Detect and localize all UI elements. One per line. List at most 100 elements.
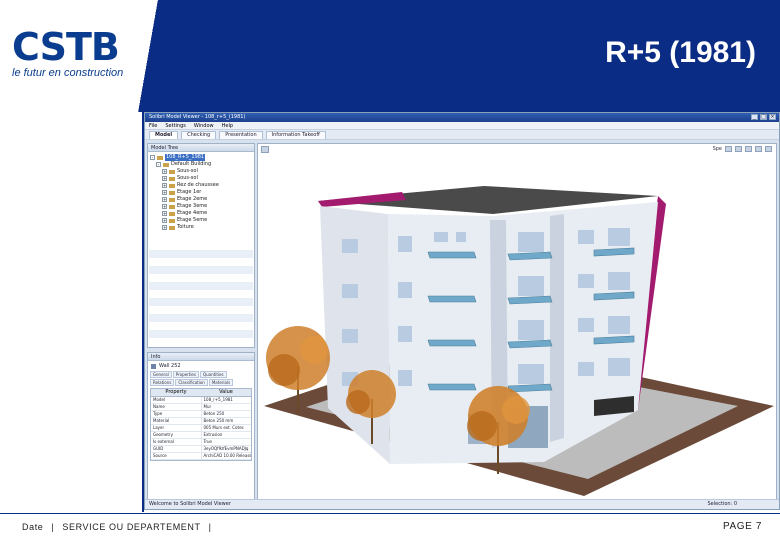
table-row[interactable]: Name Mur [151, 404, 251, 411]
tab-checking[interactable]: Checking [181, 131, 217, 139]
tab-model[interactable]: Model [149, 131, 179, 139]
building-icon [163, 162, 169, 167]
viewer-app-window: Solibri Model Viewer - 108_r+5_(1981) _ … [144, 112, 780, 510]
expand-icon[interactable]: + [162, 197, 167, 202]
floor-icon [169, 211, 175, 216]
menu-file[interactable]: File [149, 122, 157, 129]
zoom-icon[interactable] [725, 146, 732, 152]
3d-viewport[interactable]: Spe [257, 143, 777, 500]
viewport-menu-icon[interactable] [261, 146, 269, 153]
expand-icon[interactable]: + [162, 169, 167, 174]
maximize-icon[interactable]: □ [760, 114, 767, 120]
tree-item[interactable]: + Rez de chaussee [150, 182, 254, 189]
info-tab-relations[interactable]: Relations [150, 379, 175, 386]
table-row[interactable]: Geometry Extrusion [151, 432, 251, 439]
expand-icon[interactable]: + [162, 176, 167, 181]
floor-icon [169, 176, 175, 181]
cstb-logo: CSTB le futur en construction [12, 28, 134, 79]
table-row[interactable]: Is external True [151, 439, 251, 446]
model-tree-panel: Model Tree -108_R+5_1981 - Default Buildi… [147, 143, 255, 348]
pilaster [550, 214, 564, 442]
table-row[interactable]: Layer 005 Murs ext. Cotes [151, 425, 251, 432]
col-property[interactable]: Property [151, 389, 201, 396]
settings-icon[interactable] [765, 146, 772, 152]
info-subtabs: General Properties Quantities [148, 371, 254, 378]
expand-icon[interactable]: + [162, 204, 167, 209]
rotate-icon[interactable] [745, 146, 752, 152]
tab-presentation[interactable]: Presentation [219, 131, 263, 139]
expand-icon[interactable]: + [162, 225, 167, 230]
table-row[interactable]: Source ArchiCAD 10.00 Release [151, 453, 251, 460]
close-icon[interactable]: × [769, 114, 776, 120]
properties-table: Property Value Model 108_r+5_1981 Name Mur… [150, 388, 252, 461]
page-number: PAGE 7 [723, 521, 762, 532]
tree-item[interactable]: + Sous-sol [150, 175, 254, 182]
table-row[interactable]: Material Beton 250 mm [151, 418, 251, 425]
spe-label[interactable]: Spe [713, 146, 722, 152]
status-message: Welcome to Solibri Model Viewer [149, 501, 231, 507]
tree-empty-area [149, 242, 253, 346]
tree-item[interactable]: + Etage 2eme [150, 196, 254, 203]
tree-item[interactable]: + Toiture [150, 224, 254, 231]
info-element-name: Wall 252 [159, 363, 181, 369]
floor-icon [169, 225, 175, 230]
table-row[interactable]: Model 108_r+5_1981 [151, 397, 251, 404]
expand-icon[interactable]: + [162, 183, 167, 188]
model-tree: -108_R+5_1981 - Default Building + Sous-so… [148, 152, 254, 231]
minimize-icon[interactable]: _ [751, 114, 758, 120]
tree-item[interactable]: + Sous-sol [150, 168, 254, 175]
info-subtabs-row2: Relations Classification Materials [148, 379, 254, 386]
app-titlebar: Solibri Model Viewer - 108_r+5_(1981) _ … [145, 113, 779, 122]
tree-building[interactable]: - Default Building [150, 161, 254, 168]
table-row[interactable]: Type Beton 250 [151, 411, 251, 418]
expand-icon[interactable]: + [162, 211, 167, 216]
menu-help[interactable]: Help [222, 122, 233, 129]
floor-icon [169, 197, 175, 202]
floor-icon [169, 190, 175, 195]
slide-title: R+5 (1981) [605, 36, 756, 69]
app-tabbar: Model Checking Presentation Information … [145, 130, 779, 140]
app-window-title: Solibri Model Viewer - 108_r+5_(1981) [149, 114, 246, 120]
table-row[interactable]: GUID 3eyOQf9zfEvmPNADJq [151, 446, 251, 453]
tree-item[interactable]: + Etage 5eme [150, 217, 254, 224]
tree-root[interactable]: -108_R+5_1981 [150, 154, 254, 161]
info-element: Wall 252 [148, 361, 254, 371]
tree-item[interactable]: + Etage 1er [150, 189, 254, 196]
footer-info: Date | SERVICE OU DEPARTEMENT | [22, 522, 212, 532]
collapse-icon[interactable]: - [156, 162, 161, 167]
properties-header: Property Value [151, 389, 251, 397]
info-tab-materials[interactable]: Materials [208, 379, 234, 386]
menu-window[interactable]: Window [194, 122, 214, 129]
viewport-toolbar: Spe [713, 146, 772, 152]
collapse-icon[interactable]: - [150, 155, 155, 160]
info-panel: Info Wall 252 General Properties Quantit… [147, 352, 255, 500]
expand-icon[interactable]: + [162, 190, 167, 195]
wall-icon [151, 363, 156, 369]
model-tree-header: Model Tree [148, 144, 254, 152]
app-menubar: File Settings Window Help [145, 122, 779, 130]
info-tab-classification[interactable]: Classification [175, 379, 208, 386]
left-column: Model Tree -108_R+5_1981 - Default Buildi… [147, 143, 255, 500]
info-tab-quantities[interactable]: Quantities [199, 371, 227, 378]
tree-item[interactable]: + Etage 3eme [150, 203, 254, 210]
logo-word: CSTB [12, 25, 120, 69]
tree-item[interactable]: + Etage 4eme [150, 210, 254, 217]
info-tab-general[interactable]: General [150, 371, 172, 378]
pan-icon[interactable] [735, 146, 742, 152]
window-controls: _ □ × [751, 114, 776, 120]
floor-icon [169, 183, 175, 188]
col-value[interactable]: Value [201, 389, 251, 396]
floor-icon [169, 169, 175, 174]
menu-settings[interactable]: Settings [165, 122, 186, 129]
fit-icon[interactable] [755, 146, 762, 152]
title-band: R+5 (1981) [142, 0, 780, 112]
footer-date: Date [22, 522, 44, 532]
model-icon [157, 155, 163, 160]
app-statusbar: Welcome to Solibri Model Viewer Selectio… [145, 499, 779, 509]
expand-icon[interactable]: + [162, 218, 167, 223]
logo-divider [135, 0, 165, 112]
building-3d-model[interactable] [258, 144, 776, 499]
info-tab-properties[interactable]: Properties [172, 371, 199, 378]
tab-information-takeoff[interactable]: Information Takeoff [265, 131, 326, 139]
floor-icon [169, 218, 175, 223]
